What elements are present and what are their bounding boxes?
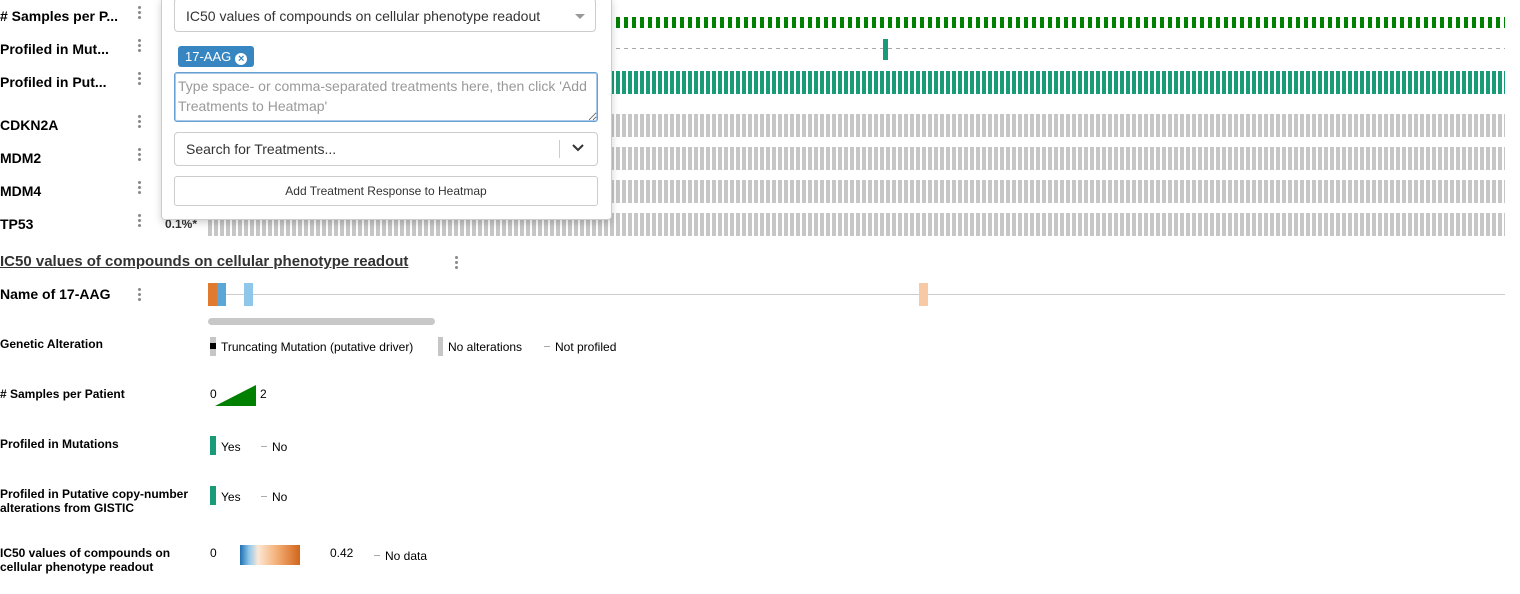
select-separator bbox=[559, 140, 560, 158]
track-label-tp53: TP53 bbox=[0, 216, 34, 232]
legend-ic50-label: IC50 values of compounds on cellular phen… bbox=[0, 546, 171, 574]
track-menu-icon[interactable] bbox=[137, 148, 141, 162]
times-circle-icon[interactable]: × bbox=[235, 53, 248, 65]
track-label-profiled-putative: Profiled in Put... bbox=[0, 74, 107, 90]
profiled-mutations-mark bbox=[883, 39, 888, 60]
legend-ic50-max: 0.42 bbox=[330, 546, 354, 560]
profile-select[interactable]: IC50 values of compounds on cellular phe… bbox=[174, 0, 596, 32]
treatment-search-select[interactable]: Search for Treatments... bbox=[174, 132, 598, 166]
add-treatment-button[interactable]: Add Treatment Response to Heatmap bbox=[174, 176, 598, 206]
legend-samples-max: 2 bbox=[260, 387, 267, 401]
heatmap-cell bbox=[919, 283, 928, 306]
track-menu-icon[interactable] bbox=[137, 72, 141, 86]
legend-yes-text: Yes bbox=[221, 440, 241, 454]
track-menu-icon[interactable] bbox=[137, 181, 141, 195]
treatment-search-placeholder: Search for Treatments... bbox=[186, 141, 337, 157]
track-label-mdm2: MDM2 bbox=[0, 150, 42, 166]
legend-swatch-no bbox=[261, 446, 267, 447]
treatment-chip-label: 17-AAG bbox=[185, 49, 232, 64]
legend-swatch-no-data bbox=[374, 555, 380, 556]
legend-no-data-text: No data bbox=[385, 549, 428, 563]
legend-swatch-no bbox=[261, 496, 267, 497]
heatmap-cell bbox=[217, 283, 226, 306]
track-label-samples: # Samples per P... bbox=[0, 8, 119, 24]
legend-ic50-gradient bbox=[240, 545, 300, 565]
caret-down-icon bbox=[575, 14, 585, 19]
heatmap-cell bbox=[208, 283, 217, 306]
legend-swatch-yes bbox=[210, 436, 216, 455]
heatmap-baseline bbox=[208, 294, 1505, 295]
legend-genetic-alteration-label: Genetic Alteration bbox=[0, 337, 103, 351]
legend-profiled-mutations-label: Profiled in Mutations bbox=[0, 437, 119, 451]
treatments-textarea[interactable] bbox=[174, 72, 598, 122]
horizontal-scrollbar[interactable] bbox=[208, 318, 435, 325]
legend-swatch-not-profiled bbox=[544, 346, 550, 347]
legend-ic50-min: 0 bbox=[210, 546, 217, 560]
heatmap-menu-icon[interactable] bbox=[454, 256, 458, 270]
legend-swatch-yes bbox=[210, 486, 216, 505]
heatmap-title[interactable]: IC50 values of compounds on cellular phe… bbox=[0, 253, 408, 270]
track-menu-icon[interactable] bbox=[137, 288, 141, 302]
track-menu-icon[interactable] bbox=[137, 214, 141, 228]
legend-profiled-cna-label: Profiled in Putative copy-number alterati… bbox=[0, 487, 189, 515]
add-heatmap-popover: IC50 values of compounds on cellular phe… bbox=[161, 0, 612, 220]
profile-select-value: IC50 values of compounds on cellular phe… bbox=[186, 8, 541, 24]
legend-no-text: No bbox=[272, 440, 288, 454]
legend-not-profiled-text: Not profiled bbox=[555, 340, 617, 354]
legend-samples-label: # Samples per Patient bbox=[0, 387, 125, 401]
legend-yes-text: Yes bbox=[221, 490, 241, 504]
track-menu-icon[interactable] bbox=[137, 115, 141, 129]
treatment-chip[interactable]: 17-AAG × bbox=[178, 46, 255, 67]
track-label-mdm4: MDM4 bbox=[0, 183, 42, 199]
track-label-profiled-mutations: Profiled in Mut... bbox=[0, 41, 109, 57]
legend-truncating-text: Truncating Mutation (putative driver) bbox=[221, 340, 414, 354]
legend-swatch-no-alterations bbox=[438, 337, 443, 356]
legend-swatch-truncating bbox=[210, 337, 216, 356]
chevron-down-icon[interactable] bbox=[571, 141, 585, 155]
track-label-cdkn2a: CDKN2A bbox=[0, 117, 59, 133]
heatmap-row-label: Name of 17-AAG bbox=[0, 286, 111, 302]
legend-no-alterations-text: No alterations bbox=[448, 340, 523, 354]
heatmap-cell bbox=[244, 283, 253, 306]
track-menu-icon[interactable] bbox=[137, 39, 141, 53]
track-menu-icon[interactable] bbox=[137, 6, 141, 20]
legend-no-text: No bbox=[272, 490, 288, 504]
legend-samples-ramp bbox=[215, 385, 256, 406]
